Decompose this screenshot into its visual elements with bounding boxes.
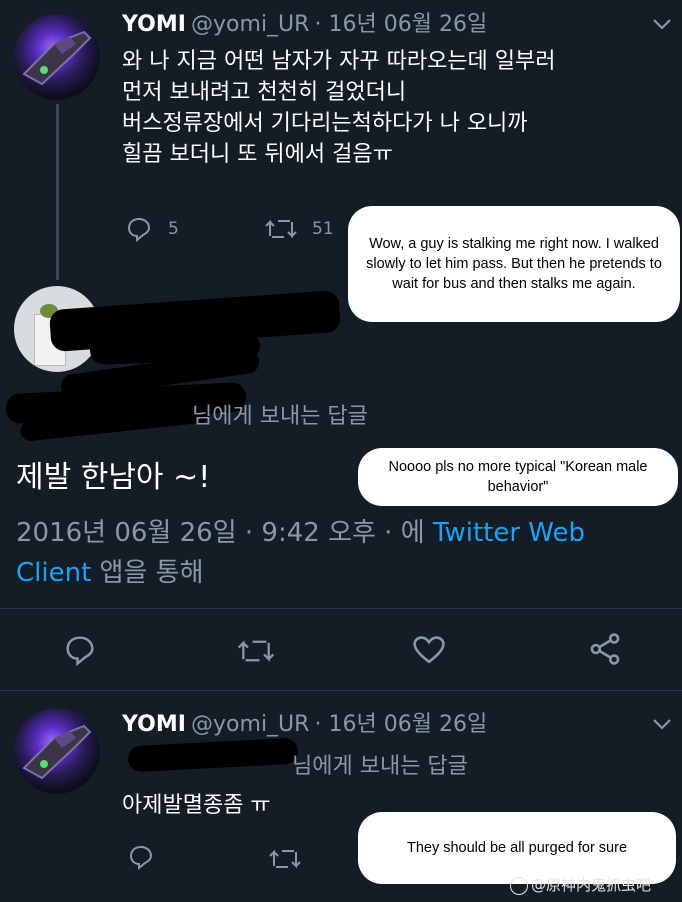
client-link[interactable]: Twitter Web	[433, 518, 585, 548]
reply-count: 5	[168, 219, 179, 239]
tweet-header: YOMI @yomi_UR · 16년 06월 26일	[122, 6, 487, 38]
tweet-client-line: Client 앱을 통해	[16, 552, 204, 589]
retweet-count: 51	[312, 219, 334, 239]
caption-text: Wow, a guy is stalking me right now. I w…	[366, 236, 662, 292]
user-handle[interactable]: @yomi_UR	[191, 712, 309, 737]
caption-text: They should be all purged for sure	[406, 840, 628, 856]
user-handle[interactable]: @yomi_UR	[191, 12, 309, 37]
weibo-icon	[510, 876, 528, 895]
tweet-timestamp: 2016년 06월 26일 · 9:42 오후 · 에	[16, 518, 425, 548]
caption-bubble: Noooo pls no more typical "Korean male b…	[358, 448, 678, 506]
divider	[0, 608, 682, 609]
client-suffix: 앱을 통해	[99, 558, 204, 588]
retweet-icon[interactable]	[236, 636, 276, 670]
reply-to-label[interactable]: 님에게 보내는 답글	[192, 398, 368, 430]
avatar[interactable]	[14, 14, 100, 100]
tweet-text: 와 나 지금 어떤 남자가 자꾸 따라오는데 일부러 먼저 보내려고 천천히 걸…	[122, 49, 556, 167]
tweet-text: 아제발멸종좀 ㅠ	[122, 793, 271, 818]
avatar-art	[22, 724, 92, 780]
redaction-scribble	[127, 737, 299, 773]
display-name[interactable]: YOMI	[122, 12, 186, 37]
reply-text: 제발 한남아 ~!	[16, 460, 211, 495]
avatar-art	[22, 30, 92, 86]
reply-icon[interactable]	[64, 634, 96, 670]
watermark-text: @原神内鬼抓虫吧	[531, 876, 652, 894]
display-name[interactable]: YOMI	[122, 712, 186, 737]
watermark: @原神内鬼抓虫吧	[510, 874, 651, 895]
client-link[interactable]: Client	[16, 558, 91, 588]
reply-icon[interactable]	[126, 216, 152, 246]
chevron-down-icon[interactable]	[652, 16, 672, 35]
heart-icon[interactable]	[412, 634, 446, 670]
caption-bubble: Wow, a guy is stalking me right now. I w…	[348, 206, 680, 322]
divider	[0, 690, 682, 691]
tweet-header: YOMI @yomi_UR · 16년 06월 26일	[122, 706, 487, 738]
chevron-down-icon[interactable]	[652, 716, 672, 735]
avatar[interactable]	[14, 708, 100, 794]
tweet-timestamp-line: 2016년 06월 26일 · 9:42 오후 · 에 Twitter Web	[16, 512, 585, 549]
retweet-icon[interactable]	[268, 846, 302, 876]
caption-text: Noooo pls no more typical "Korean male b…	[388, 459, 648, 495]
reply-icon[interactable]	[128, 844, 154, 874]
retweet-icon[interactable]	[264, 216, 298, 246]
tweet-date[interactable]: · 16년 06월 26일	[315, 712, 488, 737]
reply-to-label[interactable]: 님에게 보내는 답글	[292, 748, 468, 780]
thread-line	[56, 104, 59, 280]
share-icon[interactable]	[588, 632, 622, 670]
tweet-date[interactable]: · 16년 06월 26일	[315, 12, 488, 37]
